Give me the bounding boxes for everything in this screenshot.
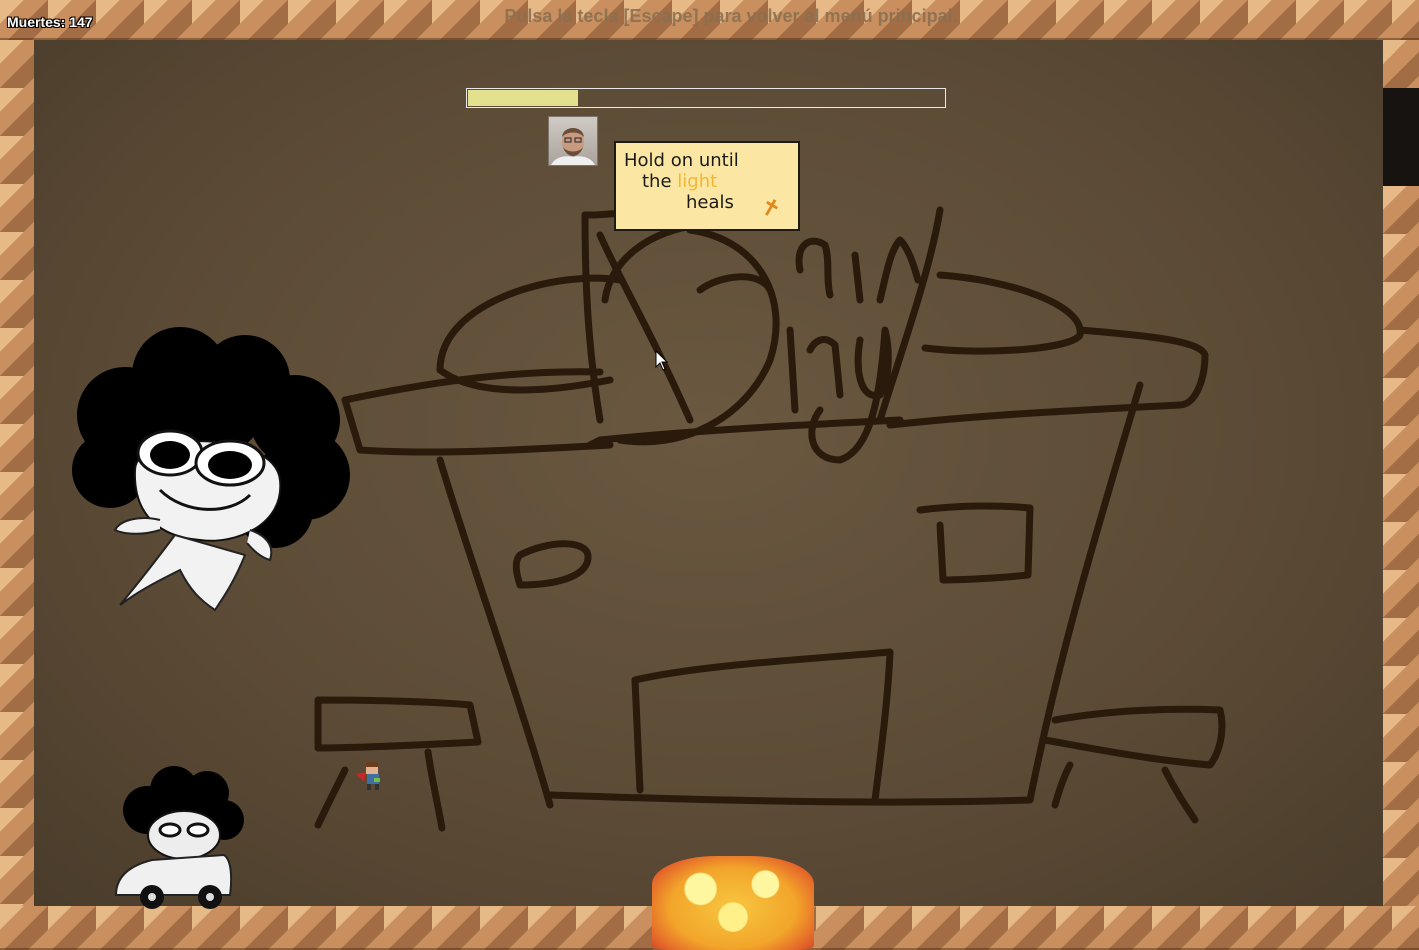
afro-boss-in-car xyxy=(114,766,244,909)
boss-progress-fill xyxy=(468,90,579,106)
sign-line-1: Hold on until xyxy=(624,150,739,171)
sign-line-2: the xyxy=(642,171,672,192)
brick-wall-right-upper xyxy=(1383,40,1419,88)
streamer-face-icon xyxy=(551,128,595,165)
wall-gap xyxy=(1383,88,1419,186)
brick-wall-left xyxy=(0,40,34,906)
afro-boss-figure xyxy=(72,327,350,612)
fire-explosion xyxy=(652,856,814,950)
player-sprite[interactable] xyxy=(354,760,390,794)
boss-progress-bar xyxy=(466,88,946,108)
escape-hint: Pulsa la tecla [Escape] para volver al m… xyxy=(504,6,958,26)
sign-highlight: light xyxy=(677,171,718,192)
webcam-overlay xyxy=(548,116,598,166)
hint-sign: Hold on until the light heals ✝ xyxy=(614,141,800,231)
mouse-cursor-icon xyxy=(655,350,669,371)
brick-wall-right xyxy=(1383,186,1419,906)
